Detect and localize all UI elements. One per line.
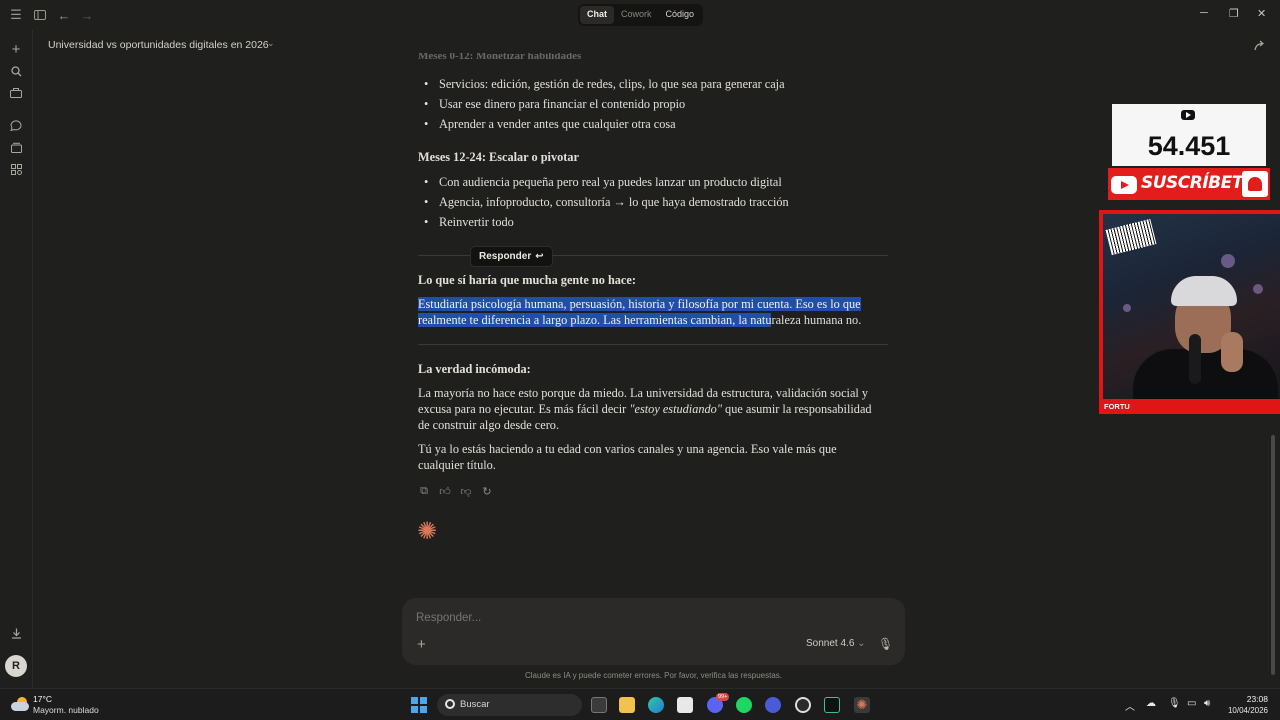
taskbar: 17°C Mayorm. nublado Buscar 99+ ✺ ︿ ☁ 🎙︎… <box>0 688 1280 720</box>
paragraph-text: raleza humana no. <box>771 313 862 327</box>
restore-icon[interactable]: ❐ <box>1229 7 1239 20</box>
clock-time[interactable]: 23:08 <box>1237 694 1268 704</box>
model-label: Sonnet 4.6 <box>806 638 855 649</box>
obs-icon[interactable] <box>795 697 811 713</box>
artifacts-icon[interactable] <box>8 139 24 155</box>
thumbs-down-icon[interactable]: 👎︎ <box>460 485 472 498</box>
microphone-prop <box>1189 334 1201 384</box>
subscriber-panel: 54.451 <box>1112 104 1266 166</box>
microphone-icon[interactable]: 🎙︎ <box>1168 698 1181 709</box>
app-icon[interactable] <box>765 697 781 713</box>
volume-icon[interactable]: 🔊︎ <box>1204 698 1210 709</box>
search-label: Buscar <box>460 699 490 710</box>
subscribe-label: SUSCRÍBETE <box>1141 173 1254 193</box>
retry-icon[interactable]: ↻ <box>481 485 493 498</box>
menu-icon[interactable]: ☰ <box>8 7 24 23</box>
list-item: Agencia, infoproducto, consultoría → lo … <box>424 194 789 210</box>
task-view-icon[interactable] <box>591 697 607 713</box>
claude-app-icon[interactable]: ✺ <box>854 697 870 713</box>
tab-codigo[interactable]: Código <box>659 6 702 24</box>
subscriber-count: 54.451 <box>1147 131 1231 161</box>
search-icon[interactable] <box>8 63 24 79</box>
conversation-title[interactable]: Universidad vs oportunidades digitales e… <box>48 39 269 51</box>
weather-temperature[interactable]: 17°C <box>33 694 52 704</box>
disclaimer: Claude es IA y puede cometer errores. Po… <box>524 671 782 680</box>
faded-heading: Meses 0-12: Monetizar habilidades <box>418 53 582 62</box>
subscriber-widget: 54.451 SUSCRÍBETE <box>1108 104 1270 200</box>
message-actions: ⧉ 👍︎ 👎︎ ↻ <box>418 485 493 498</box>
mode-switch: Chat Cowork Código <box>578 4 704 26</box>
sidebar-rail: + R <box>0 30 33 688</box>
sidebar-toggle-icon[interactable] <box>32 7 48 23</box>
taskbar-search[interactable]: Buscar <box>437 694 582 716</box>
thumbs-up-icon[interactable]: 👍︎ <box>439 485 451 498</box>
edge-icon[interactable] <box>648 697 664 713</box>
youtube-logo-icon <box>1111 176 1137 194</box>
weather-description[interactable]: Mayorm. nublado <box>33 705 99 715</box>
paragraph: La mayoría no hace esto porque da miedo.… <box>418 385 873 433</box>
subscribe-banner: SUSCRÍBETE <box>1108 168 1270 200</box>
list-item: Servicios: edición, gestión de redes, cl… <box>424 76 785 92</box>
start-button[interactable] <box>411 697 427 713</box>
selected-text: realmente te diferencia a largo plazo. L… <box>418 313 772 327</box>
section-heading: Lo que sí haría que mucha gente no hace: <box>418 273 636 287</box>
weather-icon[interactable] <box>11 697 29 711</box>
bell-icon <box>1242 171 1268 197</box>
list-item: Reinvertir todo <box>424 214 514 230</box>
reply-arrow-icon: ↩ <box>535 251 544 262</box>
section-heading: La verdad incómoda: <box>418 362 531 376</box>
file-explorer-icon[interactable] <box>619 697 635 713</box>
tab-cowork[interactable]: Cowork <box>614 6 659 24</box>
spotify-icon[interactable] <box>736 697 752 713</box>
message-input[interactable] <box>416 612 716 624</box>
projects-icon[interactable] <box>8 85 24 101</box>
terminal-icon[interactable] <box>824 697 840 713</box>
scrollbar[interactable] <box>1271 435 1275 675</box>
model-selector[interactable]: Sonnet 4.6 ⌄ <box>806 638 866 649</box>
paragraph: Tú ya lo estás haciendo a tu edad con va… <box>418 442 837 472</box>
notification-badge: 99+ <box>716 693 730 701</box>
close-icon[interactable]: ✕ <box>1257 7 1266 20</box>
network-icon[interactable]: ▭ <box>1187 698 1196 709</box>
share-icon[interactable] <box>1254 40 1265 54</box>
download-icon[interactable] <box>8 625 24 641</box>
cloud-icon[interactable]: ☁ <box>1146 698 1156 709</box>
new-chat-icon[interactable]: + <box>8 41 24 58</box>
tray-overflow-icon[interactable]: ︿ <box>1125 698 1135 713</box>
youtube-icon <box>1181 110 1195 120</box>
divider <box>418 344 888 345</box>
search-icon <box>445 699 455 709</box>
webcam-feed <box>1103 214 1280 399</box>
list-item: Aprender a vender antes que cualquier ot… <box>424 116 676 132</box>
chevron-down-icon[interactable]: ⌄ <box>267 38 275 49</box>
section-heading: Meses 12-24: Escalar o pivotar <box>418 150 579 164</box>
webcam-overlay: FORTU <box>1099 210 1280 414</box>
clock-date[interactable]: 10/04/2026 <box>1226 706 1268 715</box>
avatar[interactable]: R <box>5 655 27 677</box>
chats-icon[interactable] <box>8 117 24 133</box>
back-icon[interactable]: ← <box>56 7 72 23</box>
list-item: Usar ese dinero para financiar el conten… <box>424 96 685 112</box>
composer: + Sonnet 4.6 ⌄ 🎙︎ <box>402 598 905 665</box>
highlighted-paragraph: Estudiaría psicología humana, persuasión… <box>418 296 888 328</box>
title-bar: ☰ ← → Chat Cowork Código ─ ❐ ✕ <box>0 0 1280 30</box>
minimize-icon[interactable]: ─ <box>1200 7 1208 19</box>
barcode-sticker <box>1105 218 1157 256</box>
reply-label: Responder <box>479 251 532 262</box>
claude-spark-icon: ✺ <box>417 518 438 545</box>
list-item: Con audiencia pequeña pero real ya puede… <box>424 174 782 190</box>
tab-chat[interactable]: Chat <box>580 6 614 24</box>
microphone-icon[interactable]: 🎙︎ <box>878 637 893 651</box>
reply-button[interactable]: Responder ↩ <box>470 246 553 267</box>
claude-app-window: ☰ ← → Chat Cowork Código ─ ❐ ✕ + R Unive… <box>0 0 1280 688</box>
selected-text: Estudiaría psicología humana, persuasión… <box>418 297 861 311</box>
add-attachment-icon[interactable]: + <box>417 636 426 653</box>
forward-icon[interactable]: → <box>79 7 95 23</box>
streamer-name: FORTU <box>1104 402 1130 411</box>
store-icon[interactable] <box>677 697 693 713</box>
copy-icon[interactable]: ⧉ <box>418 485 430 497</box>
chevron-down-icon: ⌄ <box>857 638 866 649</box>
apps-icon[interactable] <box>8 161 24 177</box>
emphasis-text: "estoy estudiando" <box>629 402 722 416</box>
